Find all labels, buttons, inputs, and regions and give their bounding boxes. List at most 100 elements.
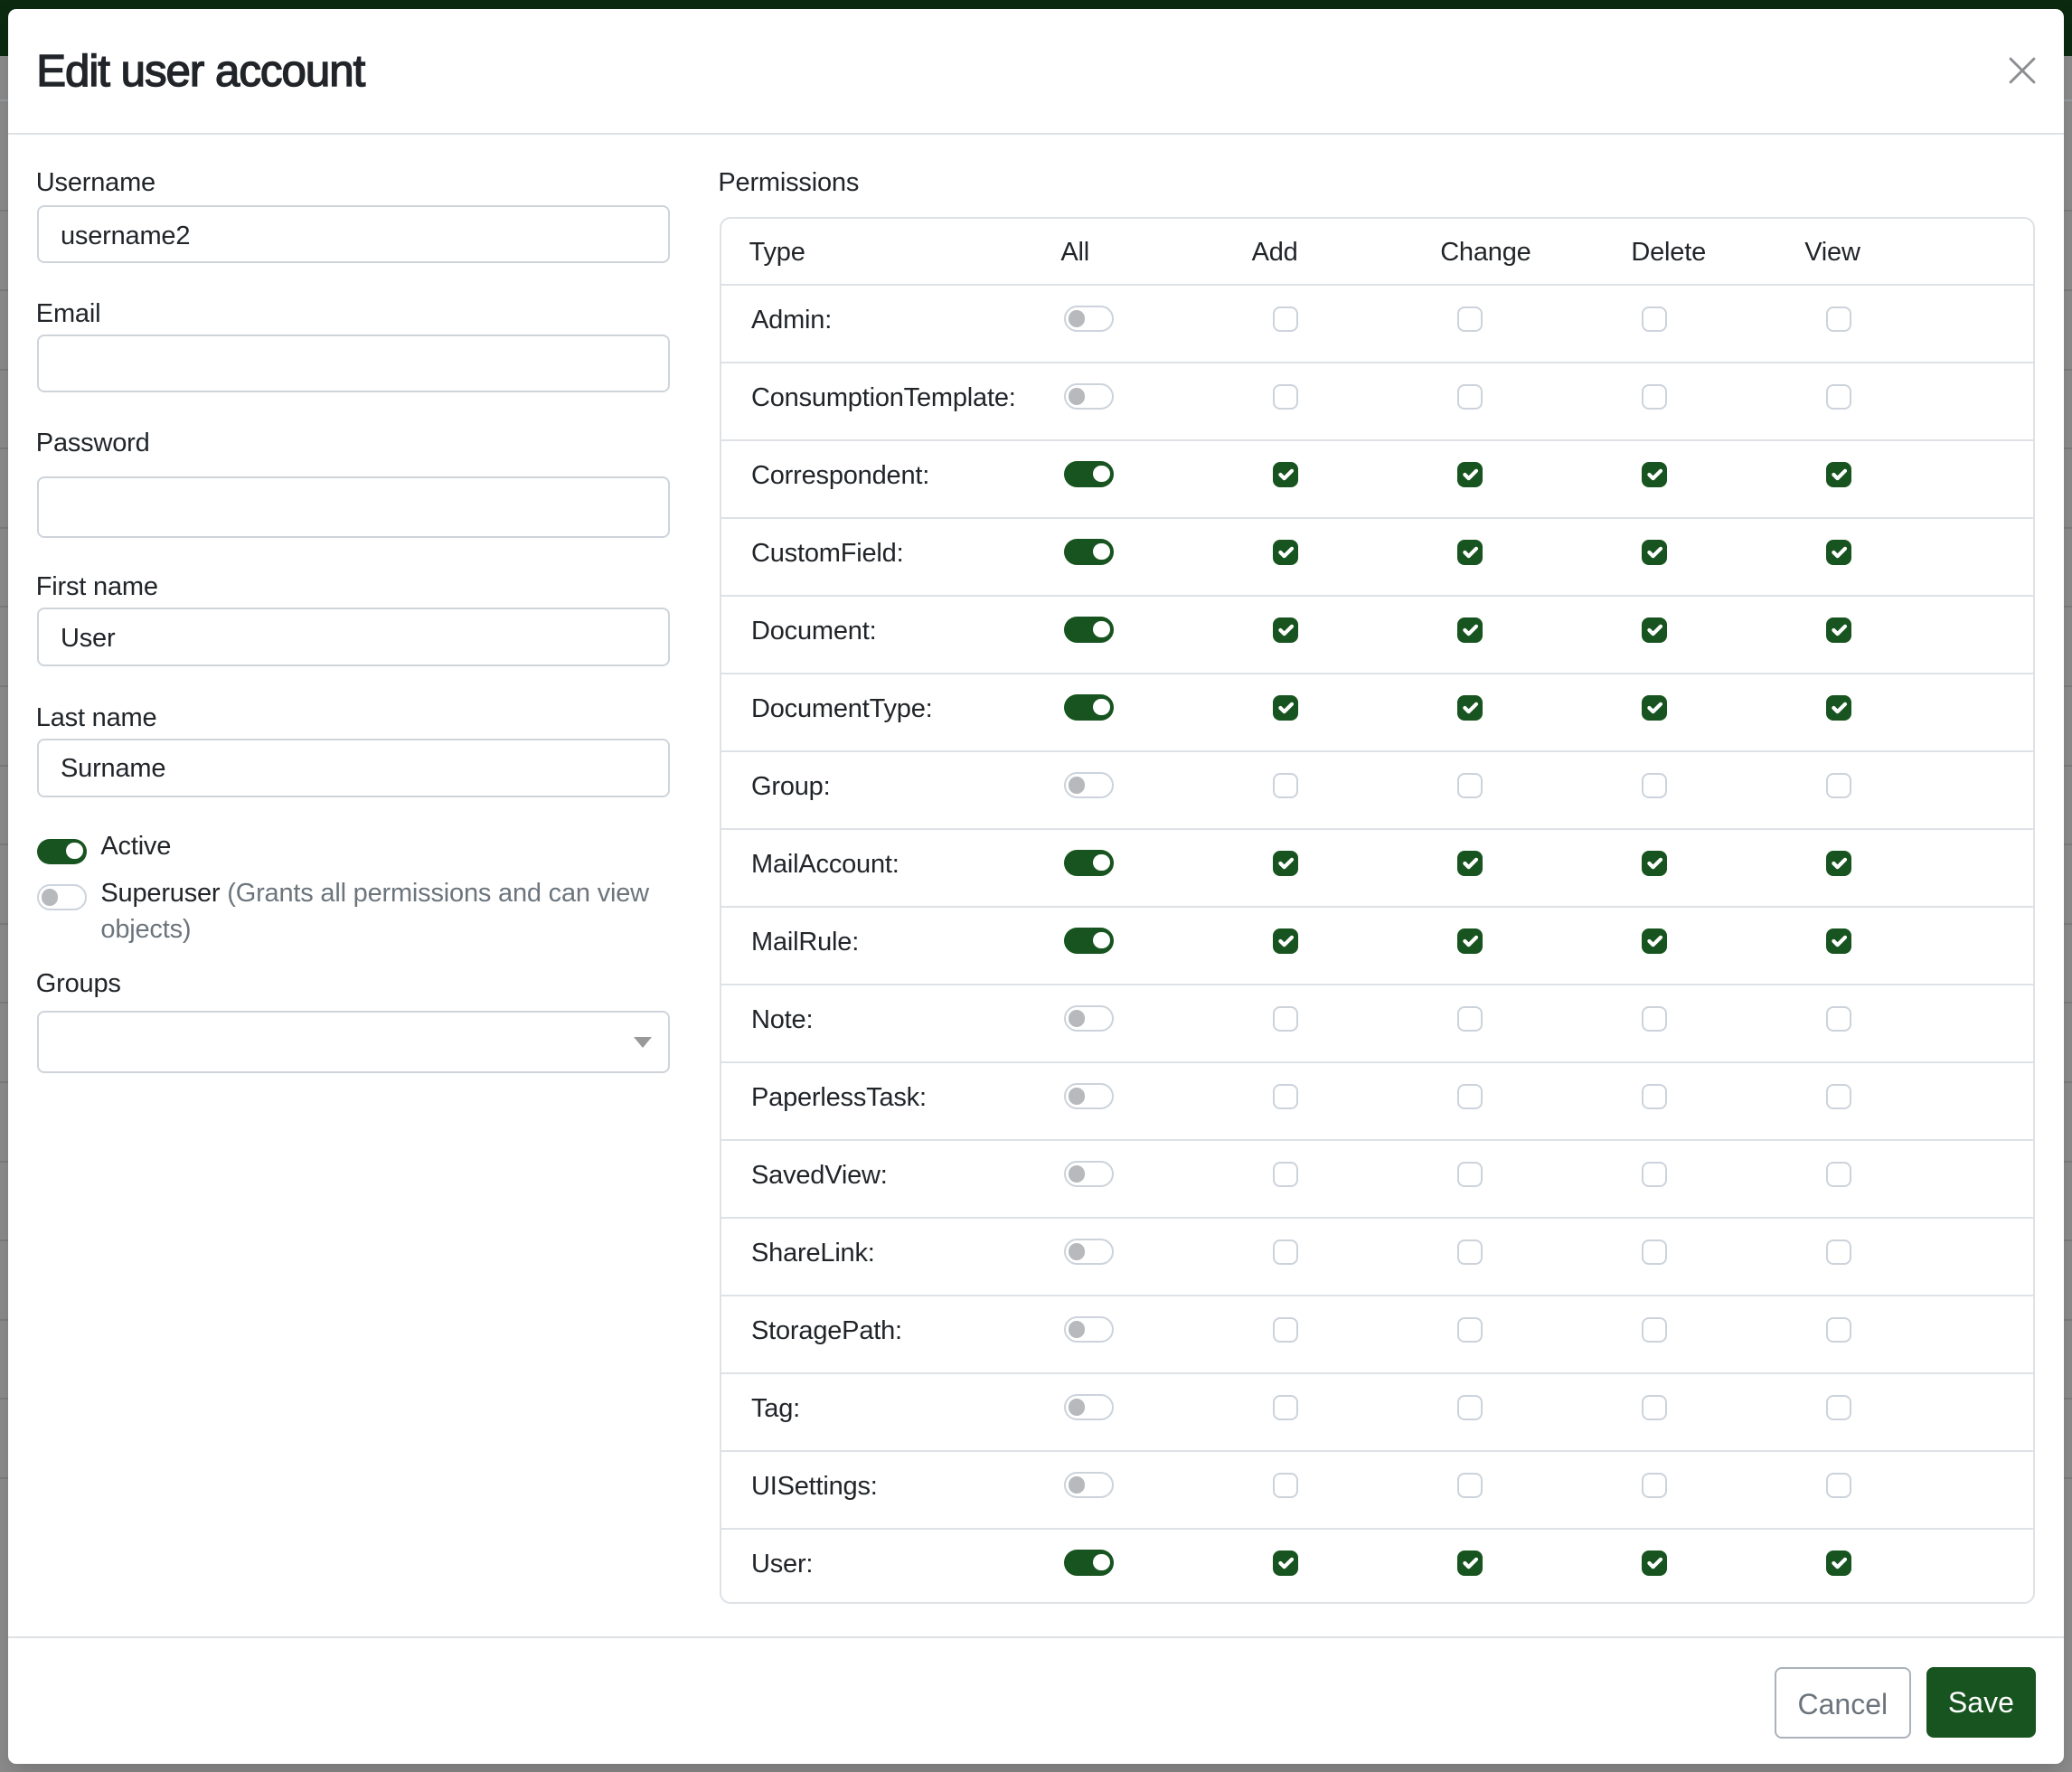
close-button[interactable] [2009,57,2036,84]
perm-view-checkbox[interactable] [1826,1084,1851,1109]
perm-all-toggle[interactable] [1064,306,1115,332]
perm-change-checkbox[interactable] [1457,617,1483,643]
perm-change-checkbox[interactable] [1457,540,1483,565]
perm-delete-checkbox[interactable] [1642,1084,1667,1109]
perm-delete-checkbox[interactable] [1642,617,1667,643]
perm-all-toggle[interactable] [1064,1472,1115,1498]
perm-change-checkbox[interactable] [1457,851,1483,876]
email-input[interactable] [37,335,670,392]
perm-all-toggle[interactable] [1064,1161,1115,1187]
perm-delete-checkbox[interactable] [1642,1395,1667,1420]
perm-add-checkbox[interactable] [1273,306,1298,332]
perm-delete-checkbox[interactable] [1642,1239,1667,1265]
perm-all-toggle[interactable] [1064,772,1115,798]
perm-all-toggle[interactable] [1064,694,1115,721]
active-toggle[interactable] [37,839,88,865]
superuser-label-text: Superuser [100,879,220,908]
perm-add-checkbox[interactable] [1273,1006,1298,1032]
perm-view-checkbox[interactable] [1826,1162,1851,1187]
active-label: Active [100,827,171,866]
perm-view-checkbox[interactable] [1826,617,1851,643]
cancel-button[interactable]: Cancel [1775,1667,1911,1739]
perm-change-checkbox[interactable] [1457,384,1483,410]
perm-view-checkbox[interactable] [1826,1395,1851,1420]
perm-change-checkbox[interactable] [1457,1473,1483,1498]
superuser-toggle[interactable] [37,884,88,910]
perm-change-checkbox[interactable] [1457,695,1483,721]
perm-delete-checkbox[interactable] [1642,540,1667,565]
perm-delete-checkbox[interactable] [1642,462,1667,487]
perm-change-checkbox[interactable] [1457,928,1483,954]
perm-view-checkbox[interactable] [1826,1239,1851,1265]
perm-delete-checkbox[interactable] [1642,773,1667,798]
check-icon [1273,695,1298,721]
perm-add-checkbox[interactable] [1273,540,1298,565]
perm-add-checkbox[interactable] [1273,1239,1298,1265]
perm-add-checkbox[interactable] [1273,1395,1298,1420]
perm-change-checkbox[interactable] [1457,306,1483,332]
perm-delete-checkbox[interactable] [1642,695,1667,721]
perm-add-checkbox[interactable] [1273,1084,1298,1109]
perm-all-toggle[interactable] [1064,461,1115,487]
perm-change-checkbox[interactable] [1457,462,1483,487]
perm-delete-checkbox[interactable] [1642,851,1667,876]
password-input[interactable] [37,476,670,538]
perm-view-checkbox[interactable] [1826,306,1851,332]
perm-view-checkbox[interactable] [1826,540,1851,565]
perm-delete-checkbox[interactable] [1642,1550,1667,1576]
perm-delete-checkbox[interactable] [1642,1162,1667,1187]
perm-add-checkbox[interactable] [1273,384,1298,410]
perm-all-toggle[interactable] [1064,383,1115,410]
perm-all-toggle[interactable] [1064,1394,1115,1420]
perm-all-toggle[interactable] [1064,539,1115,565]
perm-view-checkbox[interactable] [1826,928,1851,954]
perm-view-checkbox[interactable] [1826,851,1851,876]
perm-add-checkbox[interactable] [1273,695,1298,721]
perm-all-toggle[interactable] [1064,928,1115,954]
perm-delete-checkbox[interactable] [1642,928,1667,954]
perm-add-checkbox[interactable] [1273,1162,1298,1187]
perm-add-checkbox[interactable] [1273,851,1298,876]
perm-all-toggle[interactable] [1064,1550,1115,1576]
perm-change-checkbox[interactable] [1457,1317,1483,1343]
perm-add-checkbox[interactable] [1273,1317,1298,1343]
perm-add-checkbox[interactable] [1273,462,1298,487]
perm-change-checkbox[interactable] [1457,773,1483,798]
perm-view-checkbox[interactable] [1826,384,1851,410]
permissions-table-header: TypeAllAddChangeDeleteView [721,219,2033,284]
perm-all-toggle[interactable] [1064,1239,1115,1265]
perm-delete-checkbox[interactable] [1642,306,1667,332]
perm-delete-checkbox[interactable] [1642,1473,1667,1498]
perm-change-checkbox[interactable] [1457,1006,1483,1032]
last-name-input[interactable]: Surname [37,739,670,797]
first-name-input[interactable]: User [37,608,670,666]
perm-all-toggle[interactable] [1064,1083,1115,1109]
groups-select[interactable] [37,1011,670,1073]
perm-add-checkbox[interactable] [1273,1550,1298,1576]
perm-delete-checkbox[interactable] [1642,384,1667,410]
perm-add-checkbox[interactable] [1273,1473,1298,1498]
perm-view-checkbox[interactable] [1826,1317,1851,1343]
perm-change-checkbox[interactable] [1457,1550,1483,1576]
perm-view-checkbox[interactable] [1826,462,1851,487]
perm-delete-checkbox[interactable] [1642,1006,1667,1032]
perm-delete-checkbox[interactable] [1642,1317,1667,1343]
save-button[interactable]: Save [1926,1667,2037,1738]
perm-change-checkbox[interactable] [1457,1395,1483,1420]
perm-all-toggle[interactable] [1064,1005,1115,1032]
perm-change-checkbox[interactable] [1457,1084,1483,1109]
perm-change-checkbox[interactable] [1457,1239,1483,1265]
perm-view-checkbox[interactable] [1826,695,1851,721]
perm-change-checkbox[interactable] [1457,1162,1483,1187]
perm-add-checkbox[interactable] [1273,773,1298,798]
perm-view-checkbox[interactable] [1826,1550,1851,1576]
perm-all-toggle[interactable] [1064,617,1115,643]
perm-all-toggle[interactable] [1064,850,1115,876]
perm-view-checkbox[interactable] [1826,1006,1851,1032]
perm-view-checkbox[interactable] [1826,773,1851,798]
perm-view-checkbox[interactable] [1826,1473,1851,1498]
perm-add-checkbox[interactable] [1273,617,1298,643]
username-input[interactable]: username2 [37,205,670,263]
perm-all-toggle[interactable] [1064,1316,1115,1343]
perm-add-checkbox[interactable] [1273,928,1298,954]
